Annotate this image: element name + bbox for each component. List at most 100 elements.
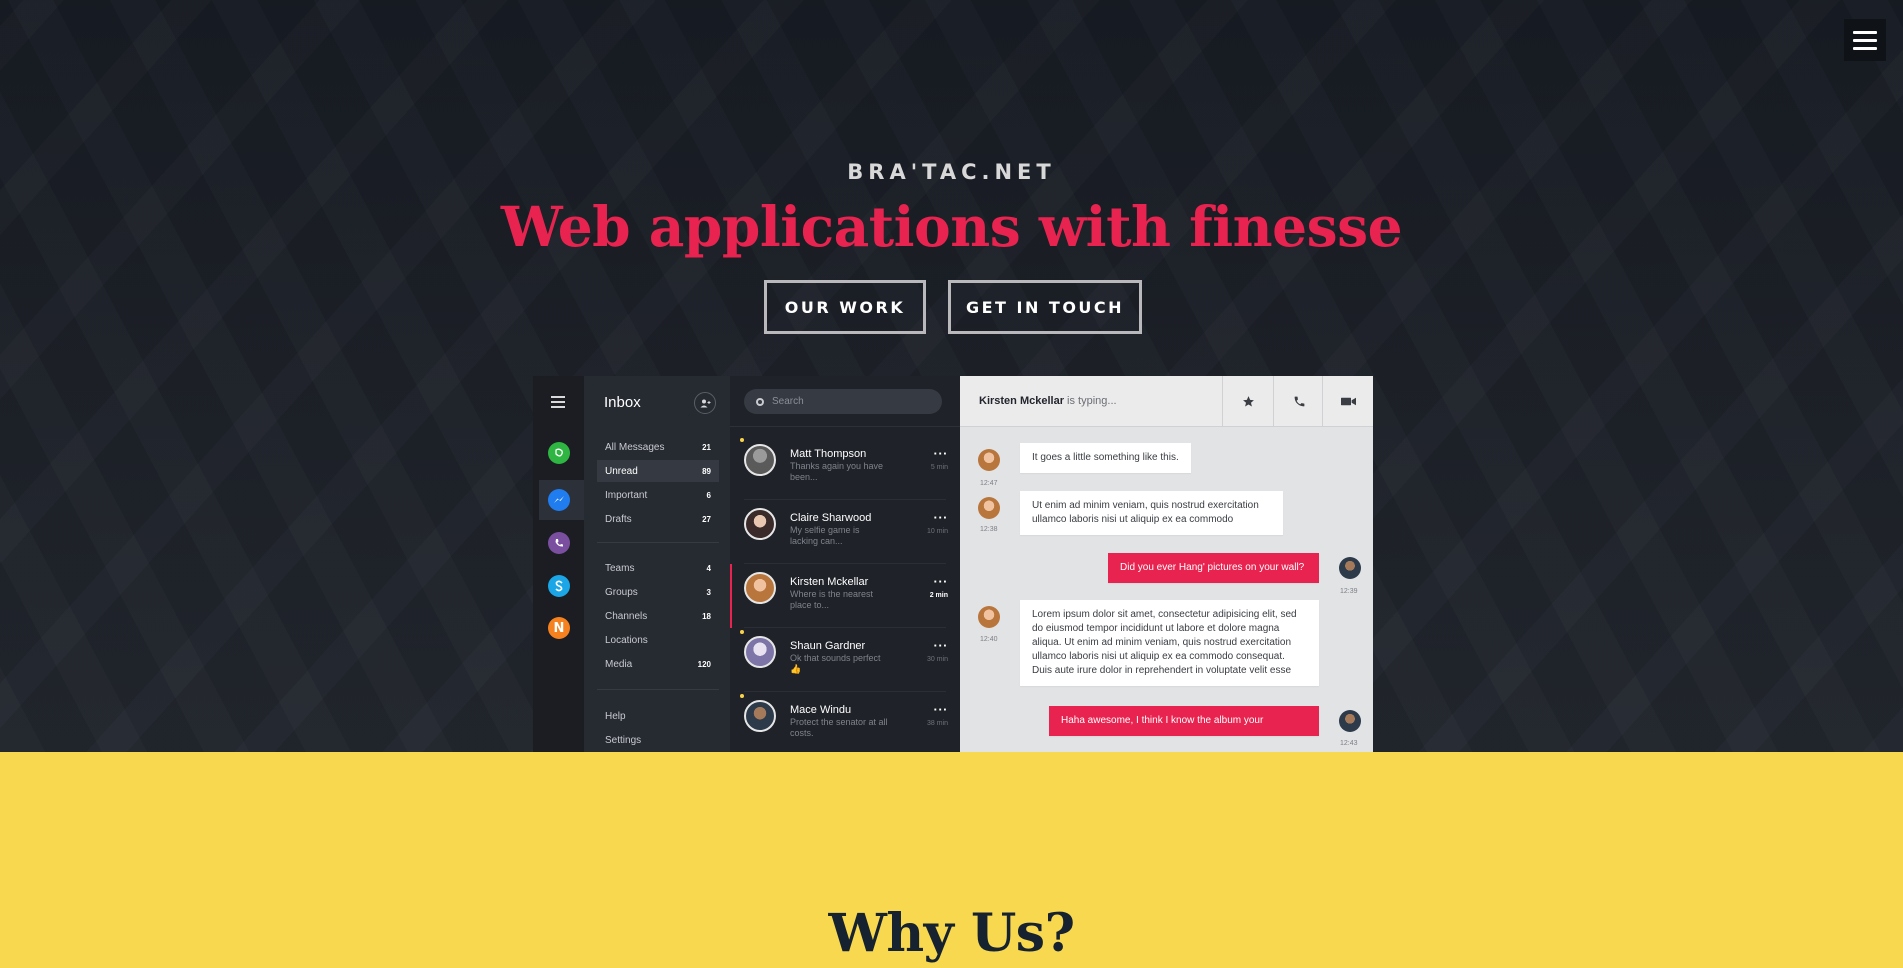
folder-count: 3 [706,587,711,597]
message-preview: Where is the nearest place to... [790,589,874,610]
chat-panel: Kirsten Mckellar is typing... 12:47 It g… [960,376,1373,752]
more-icon[interactable]: ··· [934,574,949,589]
folder-count: 89 [702,466,711,476]
folder-drafts[interactable]: Drafts 27 [597,508,719,530]
folder-label: Channels [605,610,648,622]
message-time: 2 min [929,592,948,599]
more-icon[interactable]: ··· [934,638,949,653]
chat-status: Kirsten Mckellar is typing... [979,395,1117,407]
video-call-icon[interactable] [1322,376,1373,427]
folder-count: 6 [706,490,711,500]
folder-unread[interactable]: Unread 89 [597,460,719,482]
menu-bar [1853,46,1877,50]
chat-contact-name: Kirsten Mckellar [979,395,1064,407]
outgoing-message: Did you ever Hang' pictures on your wall… [1108,553,1319,583]
folder-label: All Messages [605,441,665,453]
more-icon[interactable]: ··· [934,702,949,717]
message-time: 12:38 [980,526,998,533]
more-icon[interactable]: ··· [934,446,949,461]
hero-headline: Web applications with finesse [500,194,1403,259]
app-rail: N [533,376,584,752]
typing-indicator: is typing... [1067,395,1117,407]
conversation-item[interactable]: Claire Sharwood My selfie game is lackin… [730,500,960,564]
contact-name: Kirsten Mckellar [790,576,869,588]
folder-label: Important [605,489,648,501]
help-label: Help [605,710,626,722]
conversation-item[interactable]: Kirsten Mckellar Where is the nearest pl… [730,564,960,628]
message-time: 10 min [926,528,948,535]
phone-icon[interactable] [1273,376,1324,427]
folder-media[interactable]: Media 120 [597,653,719,675]
folder-important[interactable]: Important 6 [597,484,719,506]
search-icon [756,397,764,406]
n-app-icon: N [548,617,570,639]
message-time: 12:40 [980,636,998,643]
folder-label: Unread [605,465,638,477]
message-preview: Thanks again you have been... [790,461,884,482]
contact-name: Matt Thompson [790,448,867,460]
folder-groups[interactable]: Groups 3 [597,581,719,603]
avatar [1339,557,1361,579]
hamburger-menu-button[interactable] [1844,19,1886,61]
settings-label: Settings [605,734,642,746]
message-preview: My selfie game is lacking can... [790,525,860,546]
get-in-touch-button[interactable]: GET IN TOUCH [948,280,1142,334]
folder-label: Groups [605,586,638,598]
message-preview: Ok that sounds perfect 👍 [790,653,881,674]
avatar [744,508,776,540]
conversation-item[interactable]: Matt Thompson Thanks again you have been… [730,436,960,500]
avatar [978,497,1000,519]
folder-all-messages[interactable]: All Messages 21 [597,436,719,458]
folder-label: Media [605,658,633,670]
brand-name: BRA'TAC.NET [847,160,1056,184]
messenger-icon [548,489,570,511]
conversation-item[interactable]: Shaun Gardner Ok that sounds perfect 👍 ·… [730,628,960,692]
help-link[interactable]: Help [597,705,719,727]
add-user-icon[interactable] [694,392,716,414]
viber-icon [548,532,570,554]
more-icon[interactable]: ··· [934,510,949,525]
avatar [744,572,776,604]
message-time: 12:43 [1340,740,1358,747]
folder-label: Drafts [605,513,632,525]
contact-name: Claire Sharwood [790,512,872,524]
star-icon[interactable] [1222,376,1273,427]
app-mockup: N Inbox All Messages 21 Unread 89 Importan… [533,376,1373,752]
our-work-button[interactable]: OUR WORK [764,280,926,334]
search-input[interactable]: Search [744,389,942,414]
folder-count: 120 [697,659,711,669]
avatar [744,636,776,668]
settings-link[interactable]: Settings [597,729,719,751]
folder-label: Teams [605,562,635,574]
avatar [744,700,776,732]
incoming-message: Lorem ipsum dolor sit amet, consectetur … [1020,600,1319,686]
contact-name: Shaun Gardner [790,640,866,652]
message-preview: Protect the senator at all costs. [790,717,888,738]
search-placeholder: Search [772,396,804,407]
why-us-heading: Why Us? [828,903,1075,964]
folder-count: 21 [702,442,711,452]
menu-bar [1853,38,1877,42]
outgoing-message: Haha awesome, I think I know the album y… [1049,706,1319,736]
whatsapp-icon [548,442,570,464]
unread-dot [740,438,744,442]
folder-channels[interactable]: Channels 18 [597,605,719,627]
hero-section: BRA'TAC.NET Web applications with finess… [0,0,1903,752]
folder-teams[interactable]: Teams 4 [597,557,719,579]
divider [597,689,719,690]
incoming-message: Ut enim ad minim veniam, quis nostrud ex… [1020,491,1283,535]
folder-label: Locations [605,634,648,646]
divider [730,426,960,427]
rail-menu-icon [551,396,565,411]
folder-count: 18 [702,611,711,621]
message-time: 5 min [930,464,948,471]
avatar [978,449,1000,471]
unread-dot [740,694,744,698]
folder-count: 27 [702,514,711,524]
message-time: 12:39 [1340,588,1358,595]
conversation-list: Search Matt Thompson Thanks again you ha… [730,376,960,752]
folder-locations[interactable]: Locations [597,629,719,651]
incoming-message: It goes a little something like this. [1020,443,1191,473]
conversation-item[interactable]: Mace Windu Protect the senator at all co… [730,692,960,752]
avatar [1339,710,1361,732]
